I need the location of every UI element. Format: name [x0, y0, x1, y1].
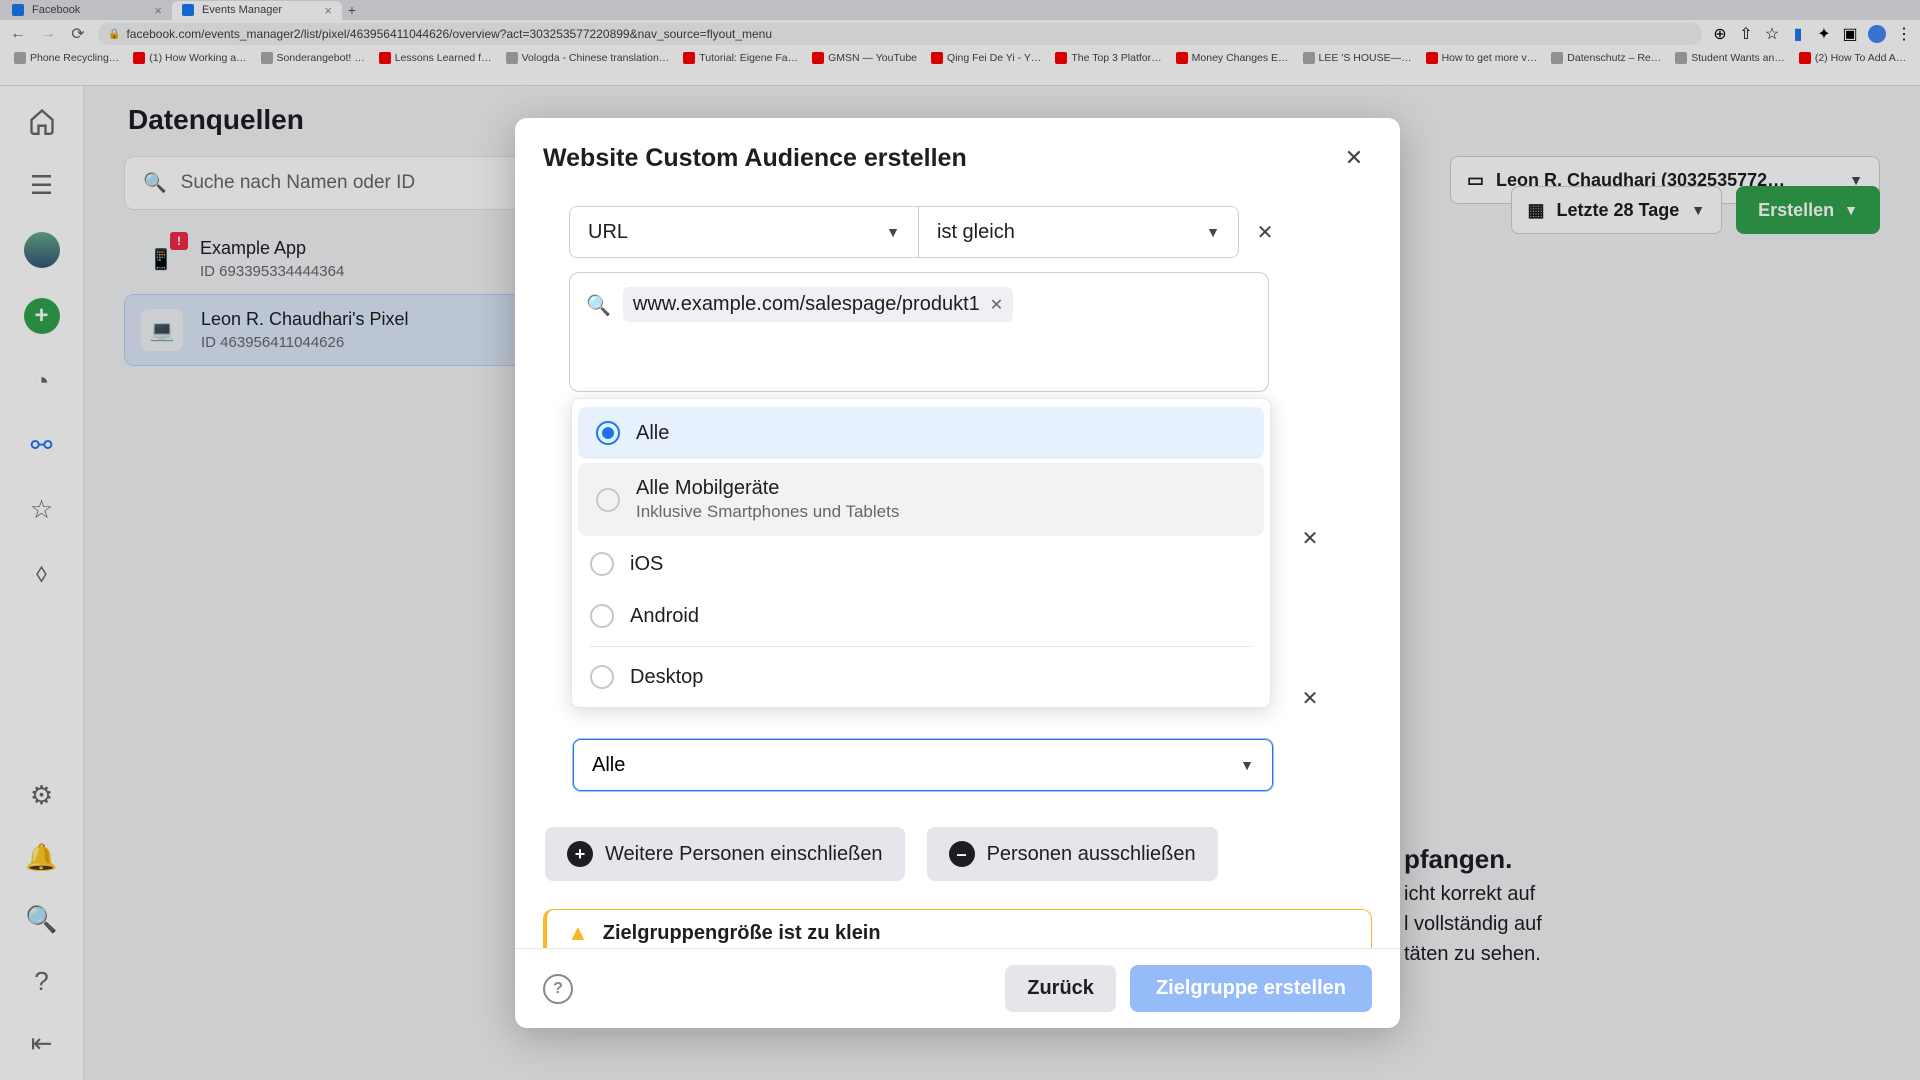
- device-option-desktop[interactable]: Desktop: [572, 651, 1270, 703]
- radio-icon: [596, 488, 620, 512]
- option-label: Alle Mobilgeräte: [636, 477, 899, 500]
- radio-icon: [590, 552, 614, 576]
- url-field-label: URL: [588, 221, 628, 244]
- device-option-mobile[interactable]: Alle Mobilgeräte Inklusive Smartphones u…: [578, 463, 1264, 536]
- warning-banner: ▲ Zielgruppengröße ist zu klein: [543, 909, 1372, 948]
- chevron-down-icon: ▼: [1206, 224, 1220, 240]
- radio-icon: [596, 421, 620, 445]
- remove-section-icon[interactable]: ✕: [1292, 520, 1328, 556]
- device-option-all[interactable]: Alle: [578, 407, 1264, 459]
- option-label: iOS: [630, 553, 663, 576]
- option-sublabel: Inklusive Smartphones und Tablets: [636, 502, 899, 522]
- operator-select[interactable]: ist gleich ▼: [919, 206, 1239, 258]
- minus-circle-icon: –: [949, 841, 975, 867]
- close-icon[interactable]: ✕: [1336, 140, 1372, 176]
- exclude-label: Personen ausschließen: [987, 843, 1196, 866]
- radio-icon: [590, 604, 614, 628]
- device-select[interactable]: Alle ▼: [573, 739, 1273, 791]
- url-chip: www.example.com/salespage/produkt1 ✕: [623, 287, 1013, 322]
- modal-title: Website Custom Audience erstellen: [543, 144, 967, 173]
- option-label: Android: [630, 605, 699, 628]
- option-label: Desktop: [630, 666, 703, 689]
- device-option-ios[interactable]: iOS: [572, 538, 1270, 590]
- device-selected-label: Alle: [592, 754, 625, 777]
- url-chip-text: www.example.com/salespage/produkt1: [633, 293, 980, 316]
- url-values-input[interactable]: 🔍 www.example.com/salespage/produkt1 ✕: [569, 272, 1269, 392]
- remove-filter-icon[interactable]: ✕: [1247, 214, 1283, 250]
- warning-text: Zielgruppengröße ist zu klein: [603, 922, 881, 945]
- remove-device-icon[interactable]: ✕: [1292, 680, 1328, 716]
- chevron-down-icon: ▼: [1240, 757, 1254, 773]
- exclude-button[interactable]: – Personen ausschließen: [927, 827, 1218, 881]
- include-more-button[interactable]: + Weitere Personen einschließen: [545, 827, 905, 881]
- chevron-down-icon: ▼: [886, 224, 900, 240]
- radio-icon: [590, 665, 614, 689]
- device-option-android[interactable]: Android: [572, 590, 1270, 642]
- plus-circle-icon: +: [567, 841, 593, 867]
- create-audience-button[interactable]: Zielgruppe erstellen: [1130, 965, 1372, 1012]
- search-icon: 🔍: [586, 293, 611, 318]
- help-icon[interactable]: ?: [543, 974, 573, 1004]
- url-field-select[interactable]: URL ▼: [569, 206, 919, 258]
- back-button[interactable]: Zurück: [1005, 965, 1116, 1012]
- include-label: Weitere Personen einschließen: [605, 843, 883, 866]
- custom-audience-modal: Website Custom Audience erstellen ✕ URL …: [515, 118, 1400, 1028]
- option-label: Alle: [636, 422, 669, 445]
- divider: [590, 646, 1252, 647]
- device-options-dropdown: Alle Alle Mobilgeräte Inklusive Smartpho…: [571, 398, 1271, 708]
- operator-label: ist gleich: [937, 221, 1015, 244]
- remove-chip-icon[interactable]: ✕: [990, 295, 1003, 315]
- warning-triangle-icon: ▲: [567, 920, 589, 946]
